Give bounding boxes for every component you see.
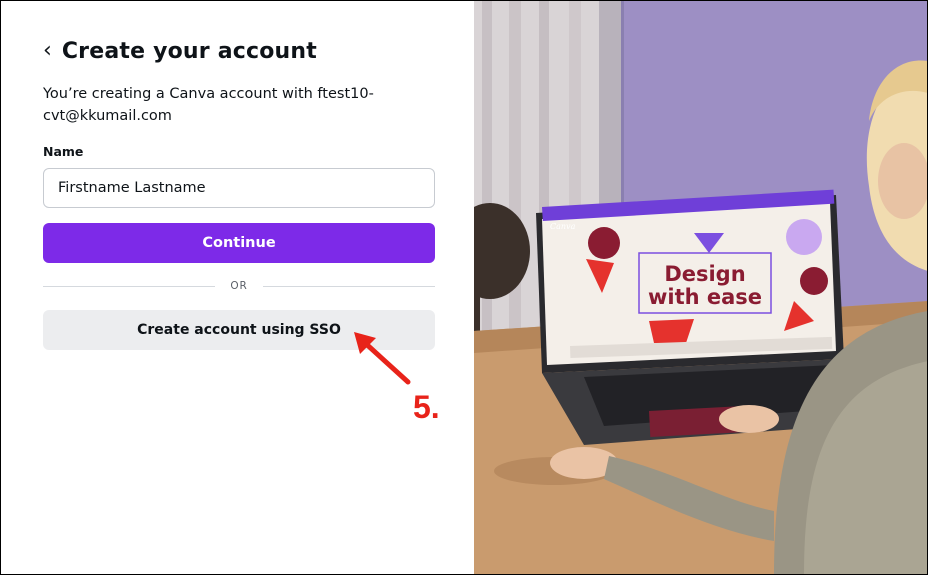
signup-window: ‹ Create your account You’re creating a … xyxy=(0,0,928,575)
laptop-scene-image: Design with ease Canva xyxy=(474,1,927,574)
divider-line-right xyxy=(263,286,435,287)
page-title: Create your account xyxy=(61,39,317,64)
account-email-notice: You’re creating a Canva account with fte… xyxy=(43,86,374,124)
screen-headline-2: with ease xyxy=(648,285,762,309)
name-input[interactable] xyxy=(43,168,435,208)
screen-logo: Canva xyxy=(550,222,576,231)
screen-headline-1: Design xyxy=(664,262,745,286)
name-label: Name xyxy=(43,144,84,159)
continue-button[interactable]: Continue xyxy=(43,223,435,263)
or-divider: OR xyxy=(43,278,435,294)
back-chevron-icon[interactable]: ‹ xyxy=(43,39,52,62)
step-number-label: 5. xyxy=(413,389,440,425)
header-row: ‹ Create your account xyxy=(43,39,317,64)
annotation-arrow-icon xyxy=(354,332,411,385)
signup-panel: ‹ Create your account You’re creating a … xyxy=(1,1,474,574)
promo-photo: Design with ease Canva xyxy=(474,1,927,574)
